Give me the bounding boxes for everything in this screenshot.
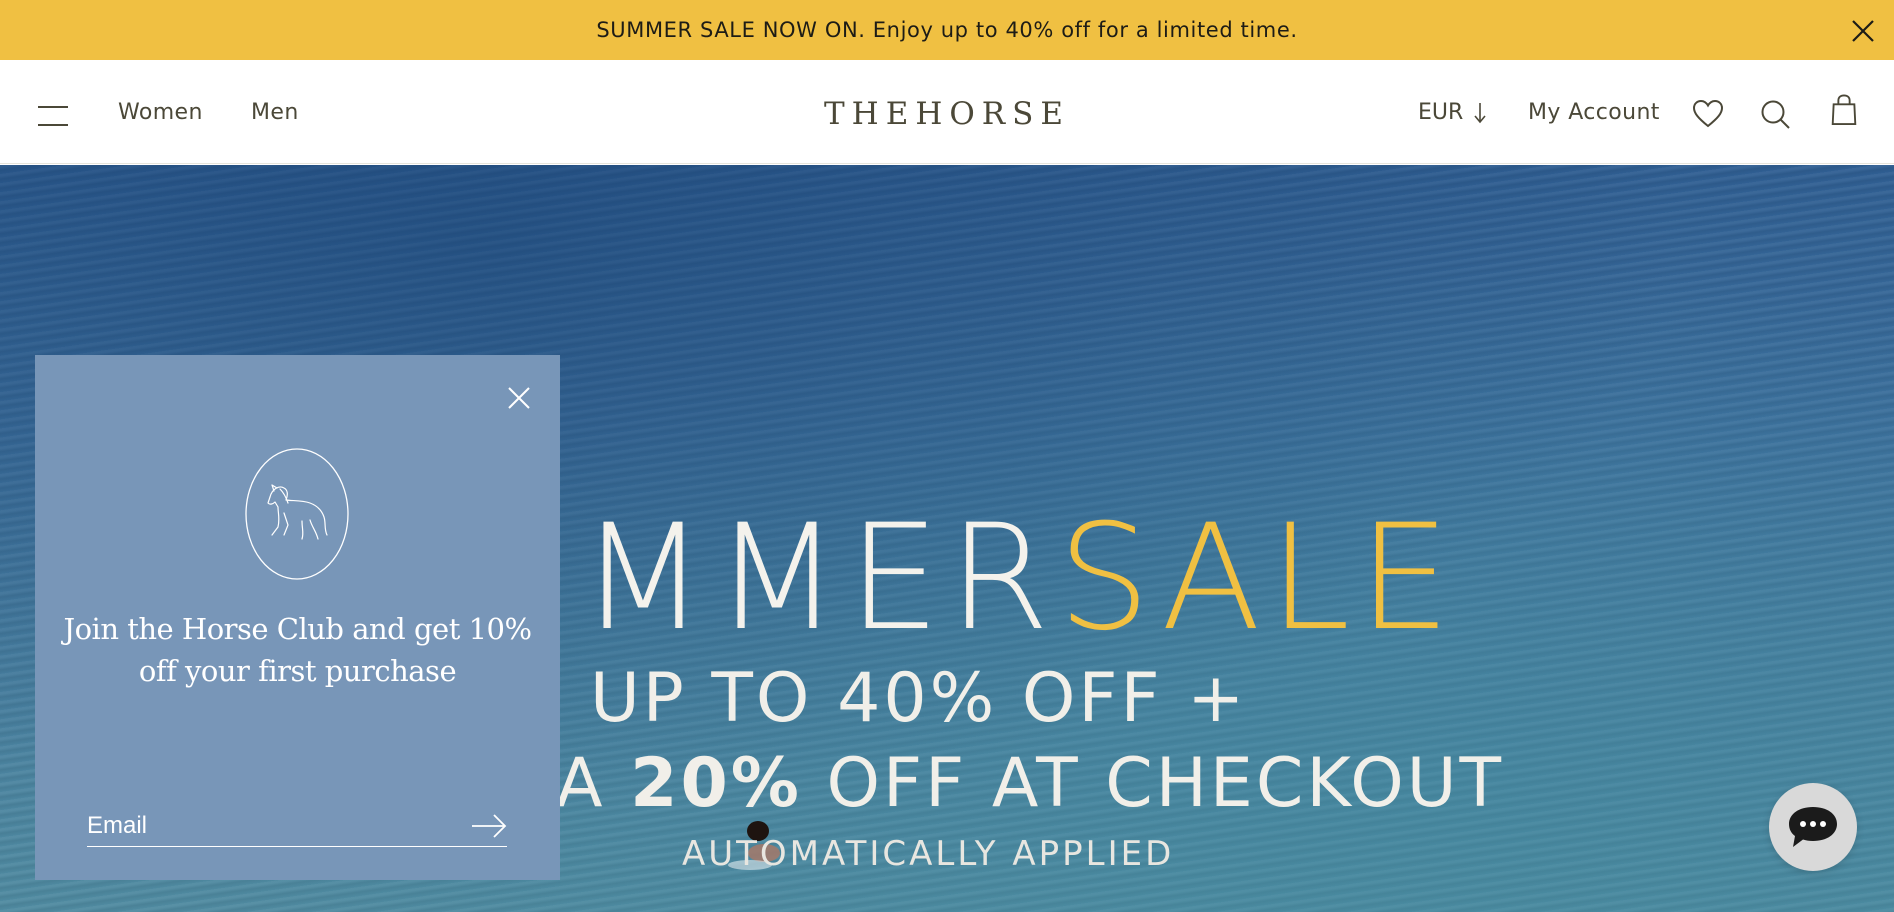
- hero-checkout-line: A 20% OFF AT CHECKOUT: [556, 750, 1504, 818]
- horse-icon: [245, 448, 349, 580]
- hero-auto-applied: AUTOMATICALLY APPLIED: [682, 834, 1175, 874]
- currency-label: EUR: [1418, 100, 1464, 125]
- email-field[interactable]: [87, 807, 447, 845]
- announcement-text: SUMMER SALE NOW ON. Enjoy up to 40% off …: [596, 18, 1298, 42]
- newsletter-popup: Join the Horse Club and get 10% off your…: [35, 355, 560, 880]
- chat-button[interactable]: [1769, 783, 1857, 871]
- hero-checkout-percent: 20%: [630, 744, 802, 823]
- shopping-bag-icon[interactable]: [1828, 94, 1860, 126]
- hero-title-yellow: SALE: [1057, 493, 1459, 663]
- search-icon[interactable]: [1759, 98, 1791, 130]
- site-header: Women Men THEHORSE EUR My Account: [0, 60, 1894, 164]
- my-account-link[interactable]: My Account: [1528, 100, 1660, 125]
- hero-title-white: MMER: [580, 493, 1058, 663]
- hero-checkout-suffix: OFF AT CHECKOUT: [801, 744, 1505, 823]
- close-icon[interactable]: [504, 383, 534, 413]
- arrow-down-icon: [1474, 102, 1486, 123]
- close-icon[interactable]: [1850, 18, 1876, 44]
- heart-icon[interactable]: [1692, 98, 1724, 130]
- announcement-bar: SUMMER SALE NOW ON. Enjoy up to 40% off …: [0, 0, 1894, 60]
- popup-heading-line1: Join the Horse Club and get 10%: [63, 612, 532, 646]
- chat-bubble-icon: [1789, 807, 1837, 847]
- arrow-right-icon[interactable]: [471, 813, 507, 839]
- popup-heading: Join the Horse Club and get 10% off your…: [55, 608, 540, 692]
- hero-title: MMERSALE: [580, 505, 1459, 651]
- email-form: [87, 807, 507, 847]
- popup-heading-line2: off your first purchase: [138, 654, 457, 688]
- hero-discount-line: UP TO 40% OFF +: [590, 659, 1248, 738]
- hero-checkout-prefix: A: [556, 744, 631, 823]
- currency-selector[interactable]: EUR: [1418, 100, 1487, 125]
